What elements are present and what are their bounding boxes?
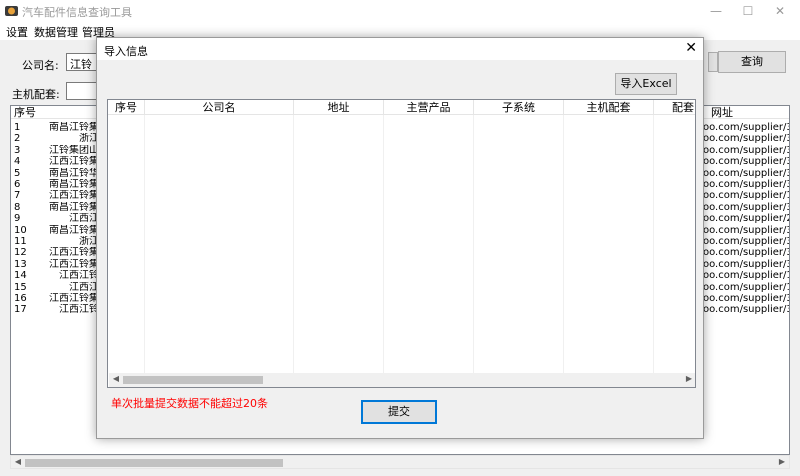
cell-no: 13: [14, 258, 27, 270]
cell-url: oo.com/supplier/35...: [703, 224, 789, 236]
dialog-title: 导入信息: [104, 45, 148, 58]
company-label: 公司名:: [22, 59, 59, 72]
query-button[interactable]: 查询: [718, 51, 786, 73]
cell-company: 南昌江铃集: [49, 122, 99, 133]
cell-company: 江西江: [69, 281, 99, 293]
column-header-config[interactable]: 主机配套: [564, 100, 654, 115]
cell-url: oo.com/supplier/35...: [703, 179, 789, 190]
cell-no: 3: [14, 144, 21, 156]
cell-no: 7: [14, 190, 21, 202]
column-header-no[interactable]: 序号: [108, 100, 145, 115]
minimize-button[interactable]: —: [700, 0, 732, 22]
cell-company: 南昌江铃集: [49, 201, 99, 213]
column-divider: [144, 115, 145, 375]
column-header-main-products[interactable]: 主营产品: [384, 100, 474, 115]
import-excel-button[interactable]: 导入Excel: [615, 73, 677, 95]
scroll-thumb[interactable]: [25, 459, 283, 467]
column-divider: [293, 115, 294, 375]
cell-no: 17: [14, 304, 27, 316]
cell-no: 5: [14, 167, 21, 179]
cell-no: 16: [14, 293, 27, 304]
cell-company: 江西江铃集: [49, 293, 99, 304]
cell-url: oo.com/supplier/35...: [703, 156, 789, 168]
column-header-address[interactable]: 地址: [294, 100, 384, 115]
title-bar: 汽车配件信息查询工具 — ☐ ✕: [0, 0, 800, 22]
cell-no: 11: [14, 236, 27, 247]
cell-company: 江西江铃集: [49, 247, 99, 259]
cell-company: 浙江: [79, 133, 99, 145]
submit-button[interactable]: 提交: [361, 400, 437, 424]
cell-url: oo.com/supplier/10...: [703, 281, 789, 293]
dialog-close-icon[interactable]: ✕: [685, 40, 697, 56]
column-divider: [383, 115, 384, 375]
cell-url: oo.com/supplier/35...: [703, 201, 789, 213]
cell-no: 9: [14, 213, 21, 225]
cell-no: 2: [14, 133, 21, 145]
column-header-config-2[interactable]: 配套: [654, 100, 695, 115]
scroll-right-arrow-icon[interactable]: ▶: [775, 456, 789, 468]
cell-url: oo.com/supplier/10...: [703, 190, 789, 202]
cell-company: 江西江铃集: [49, 258, 99, 270]
cell-url: oo.com/supplier/10...: [703, 270, 789, 282]
config-label: 主机配套:: [12, 88, 60, 101]
cell-company: 南昌江铃集: [49, 224, 99, 236]
column-header-company[interactable]: 公司名: [145, 100, 294, 115]
cell-company: 江西江铃集: [49, 156, 99, 168]
dialog-title-bar: 导入信息 ✕: [97, 38, 703, 60]
cell-url: oo.com/supplier/35...: [703, 167, 789, 179]
cell-no: 10: [14, 224, 27, 236]
menu-data-management[interactable]: 数据管理: [34, 24, 78, 40]
header-no[interactable]: 序号: [14, 106, 36, 119]
app-icon: [5, 6, 18, 16]
cell-no: 6: [14, 179, 21, 190]
dialog-scroll-thumb[interactable]: [123, 376, 263, 384]
cell-url: oo.com/supplier/35...: [703, 258, 789, 270]
import-dialog: 导入信息 ✕ 导入Excel 序号 公司名 地址 主营产品 子系统 主机配套 配…: [96, 37, 704, 439]
column-divider: [653, 115, 654, 375]
dialog-scroll-right-icon[interactable]: ▶: [682, 373, 695, 385]
hidden-button-edge: [708, 52, 718, 72]
cell-no: 8: [14, 201, 21, 213]
scroll-left-arrow-icon[interactable]: ◀: [11, 456, 25, 468]
cell-company: 浙江: [79, 236, 99, 247]
cell-company: 江铃集团山: [49, 144, 99, 156]
maximize-button[interactable]: ☐: [732, 0, 764, 22]
column-divider: [473, 115, 474, 375]
cell-url: oo.com/supplier/35...: [703, 293, 789, 304]
cell-company: 南昌江铃集: [49, 179, 99, 190]
cell-url: oo.com/supplier/35...: [703, 144, 789, 156]
app-title: 汽车配件信息查询工具: [22, 6, 132, 19]
header-url[interactable]: 网址: [711, 106, 733, 119]
cell-no: 12: [14, 247, 27, 259]
cell-company: 江西江: [69, 213, 99, 225]
import-list[interactable]: 序号 公司名 地址 主营产品 子系统 主机配套 配套 ◀ ▶: [107, 99, 696, 388]
cell-url: oo.com/supplier/35...: [703, 122, 789, 133]
cell-company: 江西江铃: [59, 304, 99, 316]
company-input-value: 江铃: [70, 58, 92, 71]
close-button[interactable]: ✕: [764, 0, 796, 22]
cell-no: 15: [14, 281, 27, 293]
cell-no: 1: [14, 122, 21, 133]
cell-url: oo.com/supplier/20...: [703, 213, 789, 225]
cell-no: 4: [14, 156, 21, 168]
cell-url: oo.com/supplier/35...: [703, 133, 789, 145]
cell-url: oo.com/supplier/35...: [703, 236, 789, 247]
column-header-subsystem[interactable]: 子系统: [474, 100, 564, 115]
column-divider: [563, 115, 564, 375]
dialog-scroll-left-icon[interactable]: ◀: [109, 373, 123, 385]
cell-url: oo.com/supplier/35...: [703, 247, 789, 259]
cell-no: 14: [14, 270, 27, 282]
cell-company: 江西江铃集: [49, 190, 99, 202]
dialog-horizontal-scrollbar[interactable]: ◀ ▶: [109, 373, 695, 387]
cell-company: 江西江铃: [59, 270, 99, 282]
cell-company: 南昌江铃华: [49, 167, 99, 179]
main-horizontal-scrollbar[interactable]: ◀ ▶: [10, 455, 790, 469]
batch-limit-warning: 单次批量提交数据不能超过20条: [111, 397, 268, 410]
menu-settings[interactable]: 设置: [6, 24, 28, 40]
cell-url: oo.com/supplier/35...: [703, 304, 789, 316]
